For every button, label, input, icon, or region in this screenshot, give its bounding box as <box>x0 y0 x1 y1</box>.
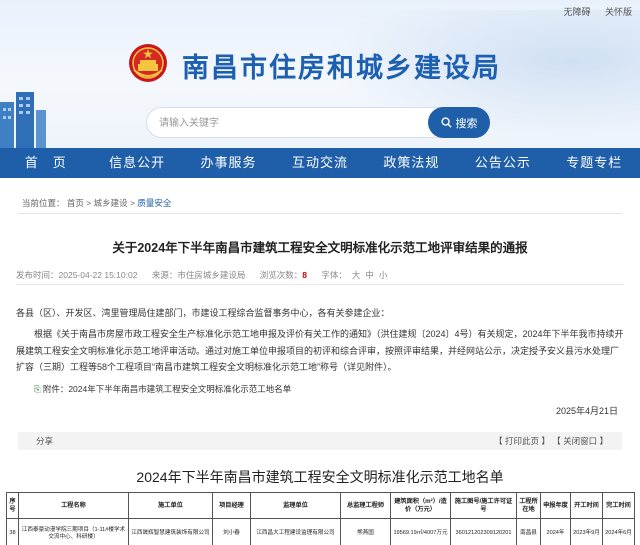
article-meta: 发布时间：2025-04-22 15:10:02 来源：市住房城乡建设局 浏览次… <box>16 269 387 281</box>
breadcrumb-prefix: 当前位置： <box>22 198 65 208</box>
table-cell: 2024年 <box>540 518 571 545</box>
breadcrumb-quality-safety[interactable]: 质量安全 <box>137 198 171 208</box>
table-header: 工程名称 <box>18 492 129 519</box>
nav-item-policies[interactable]: 政策法规 <box>366 148 457 178</box>
nav-item-info-disclosure[interactable]: 信息公开 <box>91 148 182 178</box>
close-window-button[interactable]: 【 关闭窗口 】 <box>552 436 608 446</box>
source: 市住房城乡建设局 <box>177 270 246 280</box>
table-header: 施工图号/施工许可证号 <box>450 492 517 519</box>
article-salutation: 各县（区）、开发区、湾里管理局住建部门，市建设工程综合监督事务中心，各有关参建企… <box>16 308 390 318</box>
table-header: 申报年度 <box>540 492 571 519</box>
search-input[interactable] <box>159 114 429 132</box>
breadcrumb-separator: > <box>130 198 135 208</box>
national-emblem-icon <box>129 44 167 82</box>
table-header: 完工时间 <box>602 492 635 519</box>
table-header: 开工时间 <box>570 492 603 519</box>
search-button[interactable]: 搜索 <box>428 107 490 138</box>
table-cell: 南昌县 <box>516 518 541 545</box>
table-header-row: 序号 工程名称 施工单位 项目经理 监理单位 总监理工程师 建筑面积（m²）/造… <box>6 492 635 519</box>
attachment-table-title: 2024年下半年南昌市建筑工程安全文明标准化示范工地名单 <box>136 469 504 485</box>
attachment-label: 附件：2024年下半年南昌市建筑工程安全文明标准化示范工地名单 <box>42 384 292 394</box>
breadcrumb-home[interactable]: 首页 <box>67 198 84 208</box>
main-nav: 首 页 信息公开 办事服务 互动交流 政策法规 公告公示 专题专栏 <box>0 148 640 178</box>
share-actions: 【 打印此页 】 【 关闭窗口 】 <box>494 435 608 447</box>
breadcrumb-separator: > <box>86 198 92 208</box>
font-size-small[interactable]: 小 <box>379 270 388 280</box>
table-header: 工程所在地 <box>516 492 541 519</box>
nav-item-announcements[interactable]: 公告公示 <box>457 148 548 178</box>
font-size-medium[interactable]: 中 <box>365 270 374 280</box>
table-header: 序号 <box>6 492 19 519</box>
table-header: 项目经理 <box>212 492 251 519</box>
site-header: 无障碍 关怀版 南昌市住房和城乡建设局 搜索 <box>0 0 640 148</box>
search-box: 搜索 <box>146 107 490 138</box>
share-bar: 分享 【 打印此页 】 【 关闭窗口 】 <box>18 432 622 450</box>
article-date: 2025年4月21日 <box>555 406 618 416</box>
breadcrumb-urban-construction[interactable]: 城乡建设 <box>94 198 128 208</box>
table-cell: 江西泰豪动漫学院三期项目（1-11#楼学术交流中心、科研楼） <box>18 518 129 545</box>
table-cell: 2023年9月 <box>570 518 603 545</box>
table-cell: 刘小春 <box>212 518 251 545</box>
font-size-large[interactable]: 大 <box>352 270 361 280</box>
table-cell: 360121202309120201 <box>450 518 517 545</box>
table-header: 监理单位 <box>250 492 341 519</box>
views-count: 8 <box>302 270 307 280</box>
publish-time: 2025-04-22 15:10:02 <box>58 270 138 280</box>
nav-item-special-topics[interactable]: 专题专栏 <box>549 148 640 178</box>
nav-item-home[interactable]: 首 页 <box>0 148 91 178</box>
table-header: 施工单位 <box>128 492 213 519</box>
print-button[interactable]: 【 打印此页 】 <box>494 436 550 446</box>
attachment-table: 序号 工程名称 施工单位 项目经理 监理单位 总监理工程师 建筑面积（m²）/造… <box>6 492 635 545</box>
attachment-icon: ⎘ <box>34 384 41 394</box>
table-cell: 江西昌大工程建设监理有限公司 <box>250 518 341 545</box>
table-cell: 38 <box>6 518 19 545</box>
table-cell: 熊燕国 <box>340 518 391 545</box>
top-links: 无障碍 关怀版 <box>551 5 632 18</box>
share-label[interactable]: 分享 <box>36 435 53 447</box>
search-button-label: 搜索 <box>455 117 478 130</box>
font-size-label: 字体： <box>321 270 347 280</box>
views-label: 浏览次数： <box>259 270 303 280</box>
attachment-link[interactable]: ⎘ 附件：2024年下半年南昌市建筑工程安全文明标准化示范工地名单 <box>34 383 291 395</box>
article-title: 关于2024年下半年南昌市建筑工程安全文明标准化示范工地评审结果的通报 <box>112 241 528 255</box>
breadcrumb: 当前位置： 首页 > 城乡建设 > 质量安全 <box>22 197 171 209</box>
table-row: 38 江西泰豪动漫学院三期项目（1-11#楼学术交流中心、科研楼） 江西晟辉智慧… <box>6 518 635 545</box>
source-label: 来源： <box>151 270 178 280</box>
table-cell: 19569.19㎡/4007万元 <box>390 518 451 545</box>
article-body: 根据《关于南昌市房屋市政工程安全生产标准化示范工地申报及评价有关工作的通知》（洪… <box>16 329 624 372</box>
elder-care-link[interactable]: 关怀版 <box>605 7 632 17</box>
site-title: 南昌市住房和城乡建设局 <box>182 53 501 83</box>
table-header: 建筑面积（m²）/造价（万元） <box>390 492 451 519</box>
city-skyline-image <box>0 92 46 148</box>
divider <box>16 284 624 285</box>
divider <box>18 213 622 214</box>
table-cell: 江西晟辉智慧建筑装饰有限公司 <box>128 518 213 545</box>
nav-item-interaction[interactable]: 互动交流 <box>274 148 365 178</box>
search-icon <box>440 117 452 128</box>
accessibility-link[interactable]: 无障碍 <box>563 7 590 17</box>
table-cell: 2024年6月 <box>602 518 635 545</box>
nav-item-services[interactable]: 办事服务 <box>183 148 274 178</box>
publish-time-label: 发布时间： <box>16 270 59 280</box>
table-header: 总监理工程师 <box>340 492 391 519</box>
